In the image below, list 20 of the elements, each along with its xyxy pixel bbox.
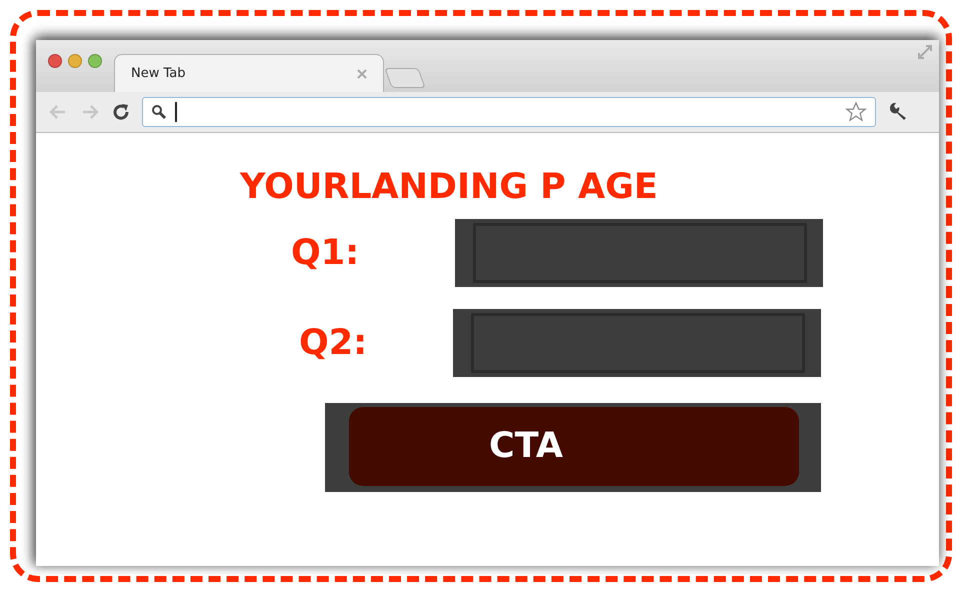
browser-tab[interactable]: New Tab [114, 54, 384, 92]
text-cursor [175, 102, 177, 122]
new-tab-button[interactable] [384, 68, 426, 88]
close-window-icon[interactable] [48, 54, 62, 68]
minimize-window-icon[interactable] [68, 54, 82, 68]
zoom-window-icon[interactable] [88, 54, 102, 68]
page-heading: YOURLANDING P AGE [240, 166, 659, 209]
fullscreen-icon[interactable] [917, 44, 933, 60]
question-label: Q2: [299, 322, 368, 365]
address-bar[interactable] [142, 97, 876, 127]
reload-icon[interactable] [112, 103, 130, 121]
input-field[interactable] [455, 219, 823, 287]
tab-title: New Tab [131, 64, 186, 83]
question-label: Q1: [291, 232, 360, 275]
star-icon[interactable] [845, 101, 867, 123]
wrench-icon[interactable] [888, 102, 908, 122]
search-icon [151, 104, 167, 120]
close-icon[interactable] [357, 68, 367, 78]
input-field[interactable] [453, 309, 821, 377]
cta-button[interactable]: CTA [349, 407, 799, 486]
